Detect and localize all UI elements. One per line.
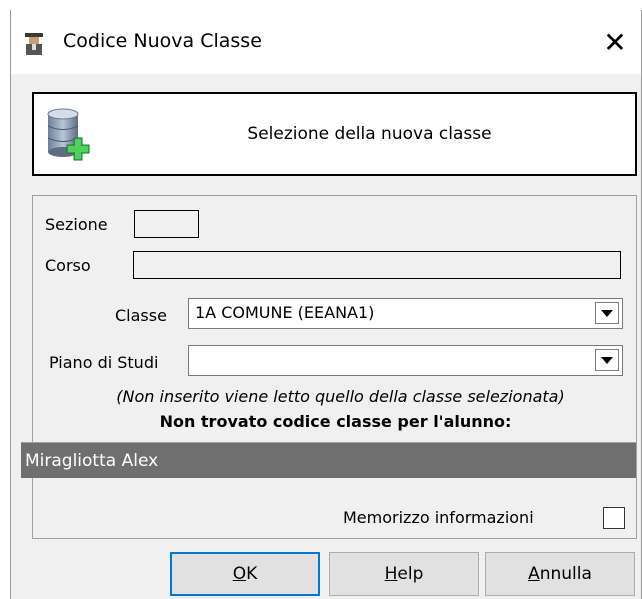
header-title: Selezione della nuova classe bbox=[247, 124, 492, 144]
corso-label: Corso bbox=[45, 256, 91, 275]
classe-selected-value: 1A COMUNE (EEANA1) bbox=[195, 303, 375, 322]
sezione-label: Sezione bbox=[45, 215, 108, 234]
close-button[interactable]: ✕ bbox=[595, 18, 635, 66]
warning-message: Non trovato codice classe per l'alunno: bbox=[159, 412, 512, 431]
dialog-window: Codice Nuova Classe ✕ Selezione della nu… bbox=[10, 10, 642, 599]
classe-dropdown-button[interactable] bbox=[595, 302, 619, 324]
piano-note: (Non inserito viene letto quello della c… bbox=[116, 387, 565, 406]
annulla-button[interactable]: Annulla bbox=[485, 552, 635, 596]
piano-dropdown-button[interactable] bbox=[595, 349, 619, 371]
piano-di-studi-label: Piano di Studi bbox=[49, 353, 159, 372]
teacher-figure-icon bbox=[25, 33, 43, 55]
close-icon: ✕ bbox=[603, 25, 627, 59]
memorizzo-checkbox[interactable] bbox=[603, 507, 625, 529]
corso-field[interactable] bbox=[133, 251, 621, 279]
piano-di-studi-select[interactable] bbox=[188, 345, 623, 376]
title-bar[interactable]: Codice Nuova Classe ✕ bbox=[11, 10, 641, 74]
help-button[interactable]: Help bbox=[329, 552, 479, 596]
window-title: Codice Nuova Classe bbox=[63, 30, 262, 52]
class-selection-group: Sezione Corso Classe 1A COMUNE (EEANA1) … bbox=[32, 195, 637, 539]
header-panel: Selezione della nuova classe bbox=[32, 92, 637, 176]
student-name-bar: Miragliotta Alex bbox=[21, 442, 636, 478]
chevron-down-icon bbox=[601, 356, 613, 364]
classe-select[interactable]: 1A COMUNE (EEANA1) bbox=[188, 298, 623, 329]
memorizzo-label: Memorizzo informazioni bbox=[343, 508, 534, 527]
chevron-down-icon bbox=[601, 309, 613, 317]
ok-button[interactable]: OK bbox=[170, 552, 320, 596]
sezione-field[interactable] bbox=[134, 210, 199, 238]
classe-label: Classe bbox=[115, 306, 167, 325]
